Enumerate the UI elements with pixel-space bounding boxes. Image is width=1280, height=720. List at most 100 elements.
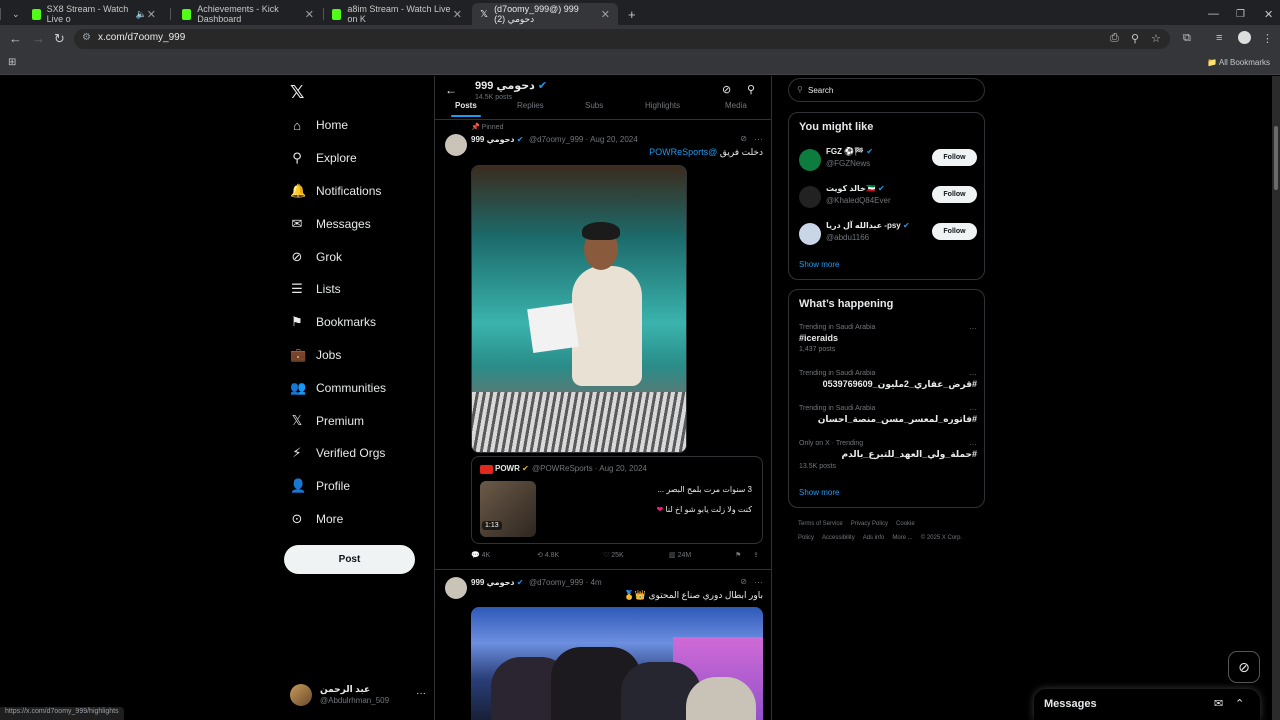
page-scrollbar[interactable]	[1272, 76, 1280, 720]
follow-button[interactable]: Follow	[932, 149, 977, 166]
sidebar-item-notifications[interactable]: 🔔 Notifications	[290, 180, 381, 202]
footer-link[interactable]: Ads info	[863, 535, 885, 541]
pinned-tweet[interactable]: 📌 Pinned 999 دحومي ✔ @d7oomy_999 · Aug 2…	[435, 76, 771, 568]
footer-link[interactable]: © 2025 X Corp.	[921, 535, 962, 541]
menu-dots-icon[interactable]: ⋮	[1262, 32, 1273, 45]
avatar[interactable]	[799, 223, 821, 245]
tweet-photo[interactable]	[471, 607, 763, 720]
sidebar-item-lists[interactable]: ☰ Lists	[290, 278, 341, 300]
footer-link[interactable]: Privacy Policy	[851, 521, 888, 527]
sidebar-item-home[interactable]: ⌂ Home	[290, 114, 348, 136]
sidebar-item-premium[interactable]: 𝕏 Premium	[290, 410, 364, 432]
reload-icon[interactable]: ↻	[54, 31, 65, 47]
grok-icon[interactable]: ⊘	[722, 83, 731, 96]
more-dots-icon[interactable]: ···	[969, 440, 977, 449]
more-dots-icon[interactable]: ···	[754, 134, 763, 144]
suggested-user[interactable]: خالد كويت🇰🇼 ✔ @KhaledQ84Ever Follow	[799, 184, 977, 214]
more-dots-icon[interactable]: ···	[416, 688, 426, 699]
grok-icon[interactable]: ⊘	[740, 577, 747, 586]
sidebar-item-explore[interactable]: ⚲ Explore	[290, 147, 356, 169]
follow-button[interactable]: Follow	[932, 186, 977, 203]
close-icon[interactable]: ✕	[147, 8, 156, 21]
site-info-icon[interactable]: ⚙	[82, 32, 91, 43]
search-input[interactable]: ⚲ Search	[788, 78, 985, 102]
bookmark-icon[interactable]: ⚑	[735, 551, 741, 559]
tab-menu-button[interactable]: ⌄	[4, 3, 22, 25]
speaker-icon[interactable]: 🔈	[136, 9, 147, 20]
quoted-tweet[interactable]: POWR ✔ @POWReSports · Aug 20, 2024 1:13 …	[471, 456, 763, 544]
minimize-icon[interactable]: —	[1200, 3, 1227, 25]
show-more-link[interactable]: Show more	[799, 488, 839, 497]
tab-replies[interactable]: Replies	[517, 101, 544, 110]
avatar[interactable]	[799, 149, 821, 171]
more-dots-icon[interactable]: ···	[969, 370, 977, 379]
x-logo-icon[interactable]: 𝕏	[290, 82, 305, 103]
more-dots-icon[interactable]: ···	[754, 577, 763, 587]
tweet-photo[interactable]	[471, 165, 687, 453]
zoom-icon[interactable]: ⚲	[1131, 32, 1139, 45]
views-button[interactable]: ▥ 24M	[669, 551, 691, 559]
show-more-link[interactable]: Show more	[799, 260, 839, 269]
suggested-user[interactable]: FGZ ⚽️🏁 ✔ @FGZNews Follow	[799, 147, 977, 177]
window-close-icon[interactable]: ✕	[1256, 3, 1280, 25]
sidebar-item-communities[interactable]: 👥 Communities	[290, 377, 386, 399]
account-switcher[interactable]: عبد الرحمن @Abdulrhman_509 ···	[290, 680, 430, 710]
footer-link[interactable]: Terms of Service	[798, 521, 843, 527]
expand-icon[interactable]: ⌃	[1235, 697, 1244, 710]
post-button[interactable]: Post	[284, 545, 415, 574]
media-icon[interactable]: ≡	[1216, 32, 1222, 44]
sidebar-item-grok[interactable]: ⊘ Grok	[290, 246, 342, 268]
browser-tab-4[interactable]: 𝕏 (d7oomy_999@) 999 دحومي (2) ✕	[472, 3, 618, 25]
close-icon[interactable]: ✕	[305, 8, 314, 21]
sidebar-item-profile[interactable]: 👤 Profile	[290, 475, 350, 497]
extensions-icon[interactable]: ⧉	[1183, 32, 1191, 45]
sidebar-item-messages[interactable]: ✉ Messages	[290, 213, 371, 235]
messages-drawer[interactable]: Messages ✉ ⌃	[1034, 689, 1260, 720]
footer-link[interactable]: More ...	[892, 535, 912, 541]
browser-tab-3[interactable]: a8im Stream - Watch Live on K ✕	[324, 3, 470, 25]
trend-item[interactable]: Trending in Saudi Arabia #فاتوره_لمعسر_مس…	[799, 405, 977, 425]
browser-tab-1[interactable]: SX8 Stream - Watch Live o 🔈 ✕	[24, 3, 164, 25]
more-dots-icon[interactable]: ···	[969, 324, 977, 333]
back-icon[interactable]: ←	[9, 31, 22, 46]
follow-button[interactable]: Follow	[932, 223, 977, 240]
close-icon[interactable]: ✕	[601, 8, 610, 21]
profile-avatar-icon[interactable]	[1238, 31, 1251, 44]
back-arrow-icon[interactable]: ←	[445, 83, 457, 97]
tab-posts[interactable]: Posts	[455, 101, 477, 110]
sidebar-item-bookmarks[interactable]: ⚑ Bookmarks	[290, 311, 376, 333]
avatar[interactable]	[799, 186, 821, 208]
tab-highlights[interactable]: Highlights	[645, 101, 680, 110]
new-tab-button[interactable]: +	[620, 3, 644, 25]
grok-icon[interactable]: ⊘	[740, 134, 747, 143]
trend-item[interactable]: Only on X · Trending #حملة_ولي_العهد_للتب…	[799, 440, 977, 470]
all-bookmarks-button[interactable]: 📁 All Bookmarks	[1207, 58, 1270, 67]
repost-button[interactable]: ⟲ 4.8K	[537, 551, 559, 559]
address-bar[interactable]: ⚙ x.com/d7oomy_999	[74, 29, 1170, 49]
tweet-handle[interactable]: @d7oomy_999 · Aug 20, 2024	[529, 135, 638, 144]
close-icon[interactable]: ✕	[453, 8, 462, 21]
tab-media[interactable]: Media	[725, 101, 747, 110]
forward-icon[interactable]: →	[32, 31, 45, 46]
share-icon[interactable]: ⇪	[753, 551, 759, 559]
mention-link[interactable]: @POWReSports	[649, 147, 717, 157]
like-button[interactable]: ♡ 25K	[603, 551, 624, 559]
tab-subs[interactable]: Subs	[585, 101, 603, 110]
tweet-author[interactable]: 999 دحومي ✔	[471, 135, 523, 144]
star-icon[interactable]: ☆	[1151, 32, 1161, 45]
avatar[interactable]	[445, 134, 467, 156]
grok-floating-button[interactable]: ⊘	[1228, 651, 1260, 683]
reply-button[interactable]: 💬 4K	[471, 551, 490, 559]
footer-link[interactable]: Accessibility	[822, 535, 855, 541]
sidebar-item-more[interactable]: ⊙ More	[290, 508, 344, 530]
avatar[interactable]	[445, 577, 467, 599]
trend-item[interactable]: Trending in Saudi Arabia #iceraids 1,437 p…	[799, 324, 977, 353]
trend-item[interactable]: Trending in Saudi Arabia #قرض_عقاري_2مليو…	[799, 370, 977, 390]
search-icon[interactable]: ⚲	[747, 83, 755, 96]
more-dots-icon[interactable]: ···	[969, 405, 977, 414]
browser-tab-2[interactable]: Achievements - Kick Dashboard ✕	[174, 3, 322, 25]
restore-icon[interactable]: ❐	[1228, 3, 1253, 25]
new-message-icon[interactable]: ✉	[1214, 697, 1223, 710]
sidebar-item-verified-orgs[interactable]: ⚡ Verified Orgs	[290, 442, 385, 464]
sidebar-item-jobs[interactable]: 💼 Jobs	[290, 344, 341, 366]
